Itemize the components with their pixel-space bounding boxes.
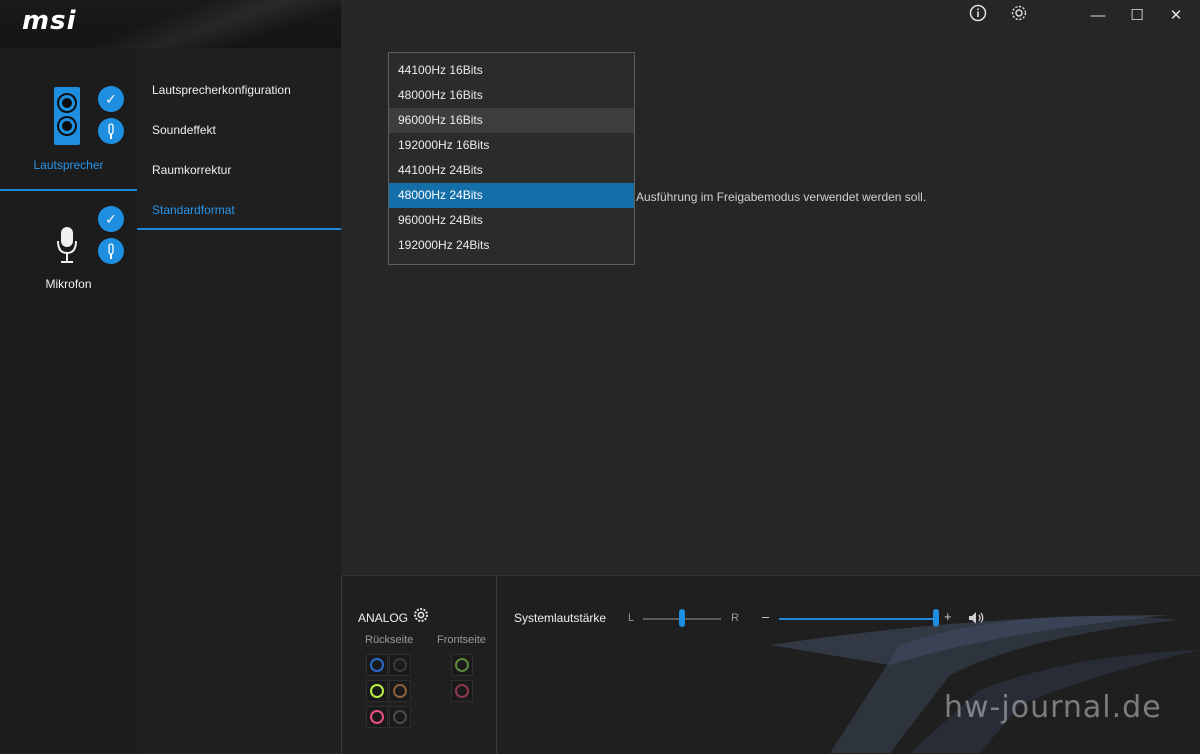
format-dropdown-list[interactable]: 44100Hz 16Bits 48000Hz 16Bits 96000Hz 16… <box>388 52 635 265</box>
speaker-check-icon: ✓ <box>98 86 124 112</box>
microphone-icon <box>57 227 77 263</box>
speaker-icon <box>54 87 80 145</box>
format-option[interactable]: 96000Hz 16Bits <box>389 108 634 133</box>
format-option[interactable]: 96000Hz 24Bits <box>389 208 634 233</box>
brand-streak <box>90 0 350 48</box>
mic-label: Mikrofon <box>45 277 92 291</box>
menu-item-room-correction[interactable]: Raumkorrektur <box>137 150 341 190</box>
rear-jack-pink[interactable] <box>366 706 388 728</box>
menu-item-sound-effect[interactable]: Soundeffekt <box>137 110 341 150</box>
format-description: Ausführung im Freigabemodus verwendet we… <box>636 190 927 204</box>
front-jack-green[interactable] <box>451 654 473 676</box>
rear-jack-green[interactable] <box>366 680 388 702</box>
volume-minus-icon[interactable]: – <box>762 609 769 624</box>
speaker-label: Lautsprecher <box>33 158 104 172</box>
maximize-button[interactable]: ☐ <box>1125 4 1149 28</box>
format-option[interactable]: 44100Hz 24Bits <box>389 158 634 183</box>
balance-left-label: L <box>628 612 635 624</box>
speaker-jack-icon <box>98 118 124 144</box>
rear-jack-orange[interactable] <box>389 680 411 702</box>
front-label: Frontseite <box>437 634 486 646</box>
menu-item-speaker-config[interactable]: Lautsprecherkonfiguration <box>137 70 341 110</box>
device-speaker[interactable]: ✓ Lautsprecher <box>0 73 137 191</box>
minimize-button[interactable]: — <box>1086 4 1110 28</box>
msi-logo: msi <box>22 6 77 36</box>
rear-jack-black[interactable] <box>389 654 411 676</box>
format-option[interactable]: 192000Hz 16Bits <box>389 133 634 158</box>
format-option[interactable]: 44100Hz 16Bits <box>389 58 634 83</box>
mic-check-icon: ✓ <box>98 206 124 232</box>
rear-label: Rückseite <box>365 634 414 646</box>
rear-jack-blue[interactable] <box>366 654 388 676</box>
front-jack-pink[interactable] <box>451 680 473 702</box>
device-mic[interactable]: ✓ Mikrofon <box>0 193 137 323</box>
balance-right-label: R <box>731 612 739 624</box>
mic-jack-icon <box>98 238 124 264</box>
watermark: hw-journal.de <box>944 690 1162 725</box>
close-button[interactable]: ✕ <box>1164 4 1188 28</box>
brand-bar: msi <box>0 0 350 48</box>
system-volume-label: Systemlautstärke <box>514 611 607 625</box>
menu-item-default-format[interactable]: Standardformat <box>137 190 341 230</box>
format-option[interactable]: 48000Hz 16Bits <box>389 83 634 108</box>
format-option-selected[interactable]: 48000Hz 24Bits <box>389 183 634 208</box>
swoosh-decoration <box>770 615 1200 753</box>
analog-gear-icon[interactable] <box>413 607 429 628</box>
analog-label: ANALOG <box>358 611 409 625</box>
format-option[interactable]: 192000Hz 24Bits <box>389 233 634 258</box>
balance-slider-thumb[interactable] <box>679 609 685 627</box>
rear-jack-grey[interactable] <box>389 706 411 728</box>
gear-icon[interactable] <box>1007 4 1031 28</box>
info-icon[interactable] <box>966 4 990 28</box>
device-column: ✓ Lautsprecher ✓ Mikrofon <box>0 48 137 753</box>
settings-menu: Lautsprecherkonfiguration Soundeffekt Ra… <box>137 48 341 753</box>
